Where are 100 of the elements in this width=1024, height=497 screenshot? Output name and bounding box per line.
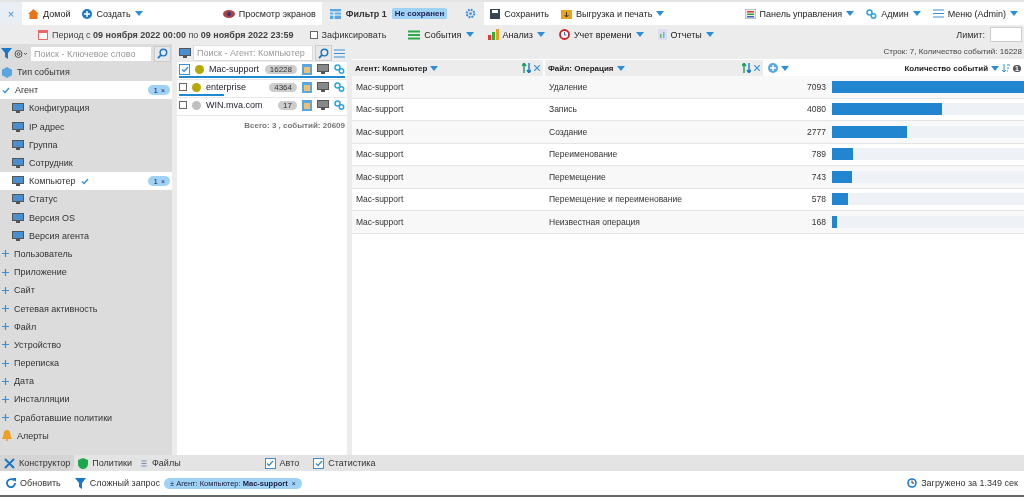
filter-item[interactable]: IP адрес: [0, 117, 172, 136]
table-cell-text: Mac-support: [355, 104, 405, 115]
filter-item[interactable]: Версия агента: [0, 226, 172, 245]
checkbox[interactable]: [179, 63, 190, 75]
filter-item[interactable]: Сработавшие политики: [0, 408, 172, 427]
checkbox[interactable]: [309, 30, 318, 39]
refresh-button[interactable]: Обновить: [6, 478, 61, 488]
menu-button[interactable]: Домой: [22, 2, 77, 25]
fix-checkbox[interactable]: Зафиксировать: [309, 29, 387, 40]
bottom-tab[interactable]: Политики: [74, 455, 136, 471]
checkbox[interactable]: [264, 457, 276, 469]
filter-item[interactable]: Инсталляции: [0, 390, 172, 409]
table-cell-text: Mac-support: [355, 126, 405, 137]
filter-item[interactable]: Алерты: [0, 426, 172, 445]
gears-icon: [334, 100, 345, 110]
table-cell-text: Удаление: [548, 81, 589, 92]
filter-item[interactable]: Дата: [0, 372, 172, 391]
event-count: 17: [278, 100, 297, 110]
check-icon: [180, 65, 189, 73]
caret-icon: [846, 11, 855, 16]
option-checkbox[interactable]: Авто: [264, 457, 300, 469]
at-sign-icon[interactable]: [14, 48, 28, 59]
menu-button[interactable]: Сохранить: [484, 2, 555, 25]
table-cell-text: 743: [810, 171, 826, 182]
bottom-tab[interactable]: Файлы: [136, 455, 185, 471]
table-cell-text: 578: [810, 194, 826, 205]
search-button[interactable]: [154, 45, 171, 62]
filter-item[interactable]: Переписка: [0, 354, 172, 373]
search-button[interactable]: [315, 45, 332, 61]
agent-search-field[interactable]: Поиск - Агент: Компьютер: [193, 45, 313, 61]
monitor-icon: [12, 158, 24, 169]
menu-button[interactable]: События: [402, 25, 480, 44]
table-cell-text: Mac-support: [355, 171, 405, 182]
funnel-icon[interactable]: [1, 48, 12, 59]
filter-item[interactable]: Приложение: [0, 263, 172, 282]
menu-button[interactable]: Выгрузка и печать: [555, 2, 671, 25]
funnel-icon: [74, 477, 86, 489]
monitor-icon: [12, 230, 24, 241]
summary-text: Строк: 7, Количество событий: 16228: [352, 44, 1024, 59]
monitor-icon: [317, 100, 329, 110]
menu-button[interactable]: Учет времени: [552, 25, 650, 44]
filter-item[interactable]: Конфигурация: [0, 99, 172, 118]
menu-icon: [334, 48, 345, 58]
gear-icon[interactable]: [465, 8, 477, 19]
monitor-icon: [317, 82, 329, 92]
filter-item[interactable]: Сотрудник: [0, 153, 172, 173]
keyword-search-field[interactable]: Поиск - Ключевое слово: [30, 45, 152, 62]
limit-label: Лимит:: [956, 29, 985, 40]
close-icon[interactable]: [754, 65, 760, 71]
sort-icon[interactable]: [1002, 64, 1011, 72]
list-icon: [408, 29, 421, 40]
column-header[interactable]: Файл: Операция: [545, 60, 763, 76]
table-cell-text: Перемещение: [548, 171, 607, 182]
menu-button[interactable]: Админ: [860, 2, 927, 25]
menu-button[interactable]: Создать: [76, 2, 149, 25]
filter-item[interactable]: Версия OS: [0, 208, 172, 227]
screenshot-icon[interactable]: [302, 99, 312, 111]
clock-icon: [907, 478, 918, 488]
screenshot-icon[interactable]: [302, 63, 312, 75]
filter-item[interactable]: Сетевая активность: [0, 299, 172, 318]
screenshot-icon[interactable]: [302, 81, 312, 93]
option-checkbox[interactable]: Статистика: [313, 457, 376, 469]
agent-name[interactable]: enterprise: [206, 82, 265, 92]
column-header[interactable]: Агент: Компьютер: [352, 60, 543, 76]
checkbox[interactable]: [179, 101, 187, 109]
sort-icon[interactable]: [742, 63, 751, 73]
add-column-icon[interactable]: [768, 63, 778, 73]
filter-item[interactable]: Пользователь: [0, 244, 172, 264]
filter-item[interactable]: Группа: [0, 135, 172, 154]
caret-icon: [705, 32, 714, 37]
filter-item[interactable]: Устройство: [0, 335, 172, 354]
complex-query-button[interactable]: Сложный запрос: [74, 477, 161, 489]
floppy-icon: [490, 8, 501, 19]
filter-item[interactable]: Тип события: [0, 63, 172, 82]
sort-icon[interactable]: [522, 63, 531, 73]
checkbox[interactable]: [313, 457, 325, 469]
caret-icon: [656, 11, 665, 16]
filter-item[interactable]: Файл: [0, 317, 172, 336]
menu-button[interactable]: Панель управления: [738, 2, 861, 25]
calendar-icon: [38, 29, 48, 40]
filter-item[interactable]: Сайт: [0, 281, 172, 300]
table-cell-text: Неизвестная операция: [548, 216, 641, 227]
plus-icon: [2, 323, 9, 331]
filter-item[interactable]: Статус: [0, 190, 172, 209]
menu-button[interactable]: Меню (Admin): [926, 2, 1024, 25]
checkbox[interactable]: [179, 83, 187, 91]
menu-button[interactable]: Анализ: [481, 25, 551, 44]
close-icon[interactable]: [534, 65, 540, 71]
table-cell-text: Создание: [548, 126, 589, 137]
clock-icon: [558, 29, 570, 40]
bottom-tab[interactable]: Конструктор: [0, 455, 75, 471]
screens-button[interactable]: Просмотр экранов: [216, 2, 322, 25]
search-icon: [318, 47, 329, 59]
limit-field[interactable]: [990, 27, 1022, 42]
filter-tab[interactable]: Фильтр 1 Не сохранен: [321, 2, 485, 25]
agent-name[interactable]: Mac-support: [209, 64, 260, 74]
monitor-icon: [179, 48, 191, 58]
menu-button[interactable]: Отчеты: [651, 25, 720, 44]
plus-icon: [2, 286, 9, 294]
agent-name[interactable]: WIN.mva.com: [206, 100, 274, 110]
